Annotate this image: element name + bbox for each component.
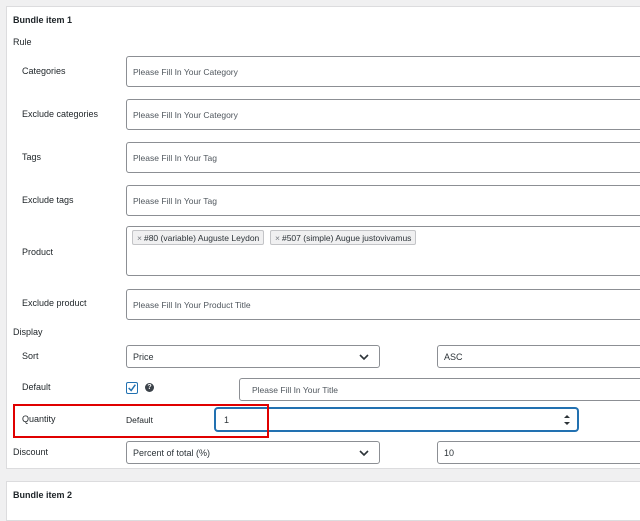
tags-input[interactable]: Please Fill In Your Tag [126,142,640,173]
bundle-item-2-title: Bundle item 2 [13,490,73,500]
categories-input[interactable]: Please Fill In Your Category [126,56,640,87]
categories-label: Categories [22,66,66,76]
display-heading: Display [13,327,43,337]
chevron-down-icon [359,449,369,456]
close-icon[interactable]: × [275,233,280,243]
sort-order-value: ASC [444,351,463,362]
chevron-down-icon [359,353,369,360]
exclude-tags-label: Exclude tags [22,195,74,205]
exclude-categories-input[interactable]: Please Fill In Your Category [126,99,640,130]
discount-label: Discount [13,447,49,457]
product-label: Product [22,247,54,257]
help-icon[interactable]: ? [145,383,154,392]
exclude-categories-label: Exclude categories [22,109,99,119]
sort-order-select[interactable]: ASC [437,345,640,368]
discount-amount-input[interactable]: 10 [437,441,640,464]
discount-type-select[interactable]: Percent of total (%) [126,441,380,464]
discount-type-value: Percent of total (%) [133,447,211,458]
default-title-placeholder: Please Fill In Your Title [252,384,338,395]
product-tag-507[interactable]: × #507 (simple) Augue justovivamus [270,230,417,245]
product-multiselect[interactable]: × #80 (variable) Auguste Leydon × #507 (si… [126,226,640,276]
tags-label: Tags [22,152,42,162]
exclude-product-input[interactable]: Please Fill In Your Product Title [126,289,640,320]
bundle-item-1-title: Bundle item 1 [13,15,73,25]
spinner-arrows-icon[interactable] [563,413,571,427]
highlight-box [13,404,269,438]
exclude-categories-placeholder: Please Fill In Your Category [133,109,238,120]
default-title-input[interactable]: Please Fill In Your Title [239,378,640,401]
tags-placeholder: Please Fill In Your Tag [133,152,217,163]
exclude-product-placeholder: Please Fill In Your Product Title [133,299,251,310]
bundle-item-2-panel [6,481,640,521]
default-checkbox[interactable] [126,382,138,394]
rule-heading: Rule [13,37,32,47]
close-icon[interactable]: × [137,233,142,243]
sort-select-value: Price [133,351,154,362]
sort-select[interactable]: Price [126,345,380,368]
exclude-tags-input[interactable]: Please Fill In Your Tag [126,185,640,216]
checkmark-icon [128,384,136,392]
product-tag-80[interactable]: × #80 (variable) Auguste Leydon [132,230,265,245]
exclude-product-label: Exclude product [22,298,87,308]
quantity-stepper[interactable]: 1 [215,408,578,431]
categories-placeholder: Please Fill In Your Category [133,66,238,77]
default-label: Default [22,382,51,392]
discount-amount-value: 10 [444,447,455,458]
sort-label: Sort [22,351,39,361]
exclude-tags-placeholder: Please Fill In Your Tag [133,195,217,206]
